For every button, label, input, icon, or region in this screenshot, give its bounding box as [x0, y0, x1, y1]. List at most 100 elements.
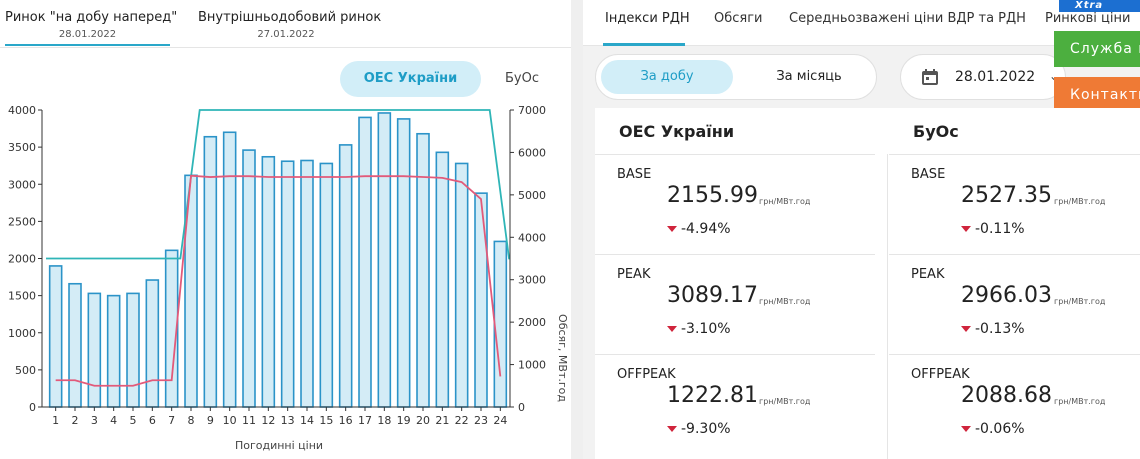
y-tick-label: 0 [29, 401, 36, 414]
index-card-base-buos: BASE 2527.35 грн/МВт.год -0.11% [889, 154, 1140, 252]
index-label: PEAK [911, 267, 945, 282]
period-month-button[interactable]: За місяць [744, 60, 874, 94]
support-button[interactable]: Служба підтримки [1054, 31, 1140, 67]
calendar-icon [922, 69, 938, 85]
tab-weighted-prices[interactable]: Середньозважені ціни ВДР та РДН [789, 11, 1026, 26]
price-unit: грн/МВт.год [1054, 397, 1106, 406]
bar-hour-1 [48, 265, 63, 408]
x-tick-label: 11 [242, 414, 256, 427]
x-tick-label: 12 [261, 414, 275, 427]
index-price: 2155.99 [667, 183, 758, 208]
price-unit: грн/МВт.год [1054, 197, 1106, 206]
right-panel: Індекси РДН Обсяги Середньозважені ціни … [583, 0, 1140, 459]
bar-hour-18 [377, 112, 392, 408]
index-price: 2527.35 [961, 183, 1052, 208]
date-picker[interactable]: 28.01.2022 ⌄ [900, 54, 1066, 100]
down-arrow-icon [961, 426, 971, 432]
bar-hour-3 [87, 292, 102, 408]
x-axis-label: Погодинні ціни [235, 439, 323, 452]
down-arrow-icon [667, 326, 677, 332]
y-tick-label: 1000 [8, 327, 36, 340]
y-tick-label: 3000 [8, 178, 36, 191]
y-tick-label: 3500 [8, 141, 36, 154]
price-unit: грн/МВт.год [759, 197, 811, 206]
tab-day-ahead[interactable]: Ринок "на добу наперед" 28.01.2022 [5, 10, 177, 46]
xtra-button[interactable]: Xtra [1059, 0, 1140, 12]
column-buos-title: БуОс [913, 122, 959, 141]
date-value: 28.01.2022 [955, 69, 1036, 85]
y2-tick-label: 6000 [518, 146, 546, 159]
x-tick-label: 24 [493, 414, 507, 427]
index-label: OFFPEAK [911, 367, 970, 382]
x-tick-label: 6 [149, 414, 156, 427]
y-tick-label: 1500 [8, 290, 36, 303]
index-label: PEAK [617, 267, 651, 282]
y2-tick-label: 0 [518, 401, 525, 414]
index-price: 2966.03 [961, 283, 1052, 308]
x-tick-label: 22 [455, 414, 469, 427]
bar-hour-20 [416, 132, 430, 408]
panel-divider [571, 0, 583, 459]
index-cards: ОЕС України БуОс BASE 2155.99 грн/МВт.год -… [595, 108, 1140, 459]
x-tick-label: 19 [397, 414, 411, 427]
price-unit: грн/МВт.год [759, 397, 811, 406]
hourly-price-chart: 0 500 1000 1500 2000 2500 3000 3500 4000 0 1000 200… [8, 104, 569, 452]
x-tick-label: 13 [281, 414, 295, 427]
bar-hour-11 [242, 149, 256, 408]
y2-tick-label: 2000 [518, 316, 546, 329]
contacts-label: Контакти [1070, 87, 1140, 103]
index-card-offpeak-buos: OFFPEAK 2088.68 грн/МВт.год -0.06% [889, 354, 1140, 452]
bar-hour-14 [300, 159, 314, 408]
bar-hour-15 [319, 162, 334, 408]
index-change-value: -0.13% [975, 321, 1025, 337]
x-tick-label: 18 [377, 414, 391, 427]
column-divider [887, 154, 888, 459]
y2-axis-label: Обсяг, МВт.год [556, 314, 569, 402]
zone-buos-button[interactable]: БуОс [492, 61, 552, 97]
bar-hour-21 [435, 151, 450, 408]
tab-intraday[interactable]: Внутрішньодобовий ринок 27.01.2022 [198, 10, 382, 40]
x-tick-label: 1 [52, 414, 59, 427]
down-arrow-icon [961, 326, 971, 332]
x-tick-label: 2 [72, 414, 79, 427]
x-tick-label: 10 [223, 414, 237, 427]
price-unit: грн/МВт.год [759, 297, 811, 306]
tab-volumes[interactable]: Обсяги [714, 11, 763, 26]
x-tick-label: 7 [168, 414, 175, 427]
x-tick-label: 17 [358, 414, 372, 427]
price-unit: грн/МВт.год [1054, 297, 1106, 306]
tab-intraday-title: Внутрішньодобовий ринок [198, 10, 382, 25]
tab-day-ahead-date: 28.01.2022 [58, 29, 117, 40]
x-tick-label: 21 [435, 414, 449, 427]
y-tick-label: 500 [15, 364, 36, 377]
x-tick-label: 4 [110, 414, 117, 427]
index-change: -0.06% [961, 421, 1025, 437]
index-label: BASE [911, 167, 946, 182]
index-change: -0.11% [961, 221, 1025, 237]
zone-ues-button[interactable]: ОЕС України [340, 61, 481, 97]
period-day-button[interactable]: За добу [601, 60, 733, 94]
bar-hour-19 [396, 118, 411, 408]
y2-tick-label: 4000 [518, 231, 546, 244]
index-change: -9.30% [667, 421, 731, 437]
bar-hour-2 [68, 282, 82, 408]
index-change: -4.94% [667, 221, 731, 237]
tab-rdn-indices[interactable]: Індекси РДН [605, 11, 690, 26]
y2-tick-label: 1000 [518, 359, 546, 372]
bar-hour-5 [126, 292, 140, 408]
x-tick-label: 20 [416, 414, 430, 427]
bar-hour-13 [280, 160, 295, 408]
down-arrow-icon [961, 226, 971, 232]
x-tick-label: 8 [188, 414, 195, 427]
index-change-value: -4.94% [681, 221, 731, 237]
active-tab-underline [603, 43, 685, 46]
bar-hour-24 [493, 240, 508, 408]
tab-market-prices[interactable]: Ринкові ціни [1045, 11, 1130, 26]
index-card-peak-buos: PEAK 2966.03 грн/МВт.год -0.13% [889, 254, 1140, 352]
index-card-base-ues: BASE 2155.99 грн/МВт.год -4.94% [595, 154, 875, 252]
period-switch: За добу За місяць [595, 54, 877, 100]
index-change-value: -0.06% [975, 421, 1025, 437]
support-label: Служба підтримки [1070, 41, 1140, 57]
tab-intraday-date: 27.01.2022 [257, 29, 315, 40]
index-card-peak-ues: PEAK 3089.17 грн/МВт.год -3.10% [595, 254, 875, 352]
